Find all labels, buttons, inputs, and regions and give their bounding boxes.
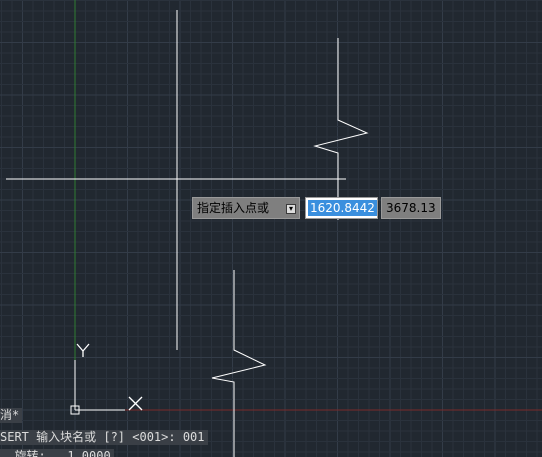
command-history-line: 消* bbox=[0, 408, 23, 423]
x-coordinate-input[interactable]: 1620.8442 bbox=[305, 197, 378, 219]
drawing-area[interactable]: X Y bbox=[0, 0, 542, 457]
break-line-symbol[interactable] bbox=[211, 270, 267, 457]
grid-lines bbox=[0, 0, 542, 457]
y-coordinate-input[interactable]: 3678.13 bbox=[381, 197, 441, 219]
command-history-line: 旋转: 1.0000 bbox=[0, 449, 114, 457]
command-history-line: SERT 输入块名或 [?] <001>: 001 bbox=[0, 430, 208, 445]
dynamic-input-prompt: 指定插入点或 ▾ bbox=[192, 197, 300, 219]
drawing-canvas[interactable]: X Y 指定插入点或 ▾ 1620.8442 3678.13 消* SERT 输… bbox=[0, 0, 542, 457]
y-coordinate-value[interactable]: 3678.13 bbox=[386, 201, 436, 215]
dropdown-arrow-icon[interactable]: ▾ bbox=[286, 204, 296, 214]
break-line-symbol[interactable] bbox=[313, 38, 369, 220]
x-coordinate-value[interactable]: 1620.8442 bbox=[308, 200, 377, 216]
prompt-label: 指定插入点或 bbox=[197, 201, 270, 215]
